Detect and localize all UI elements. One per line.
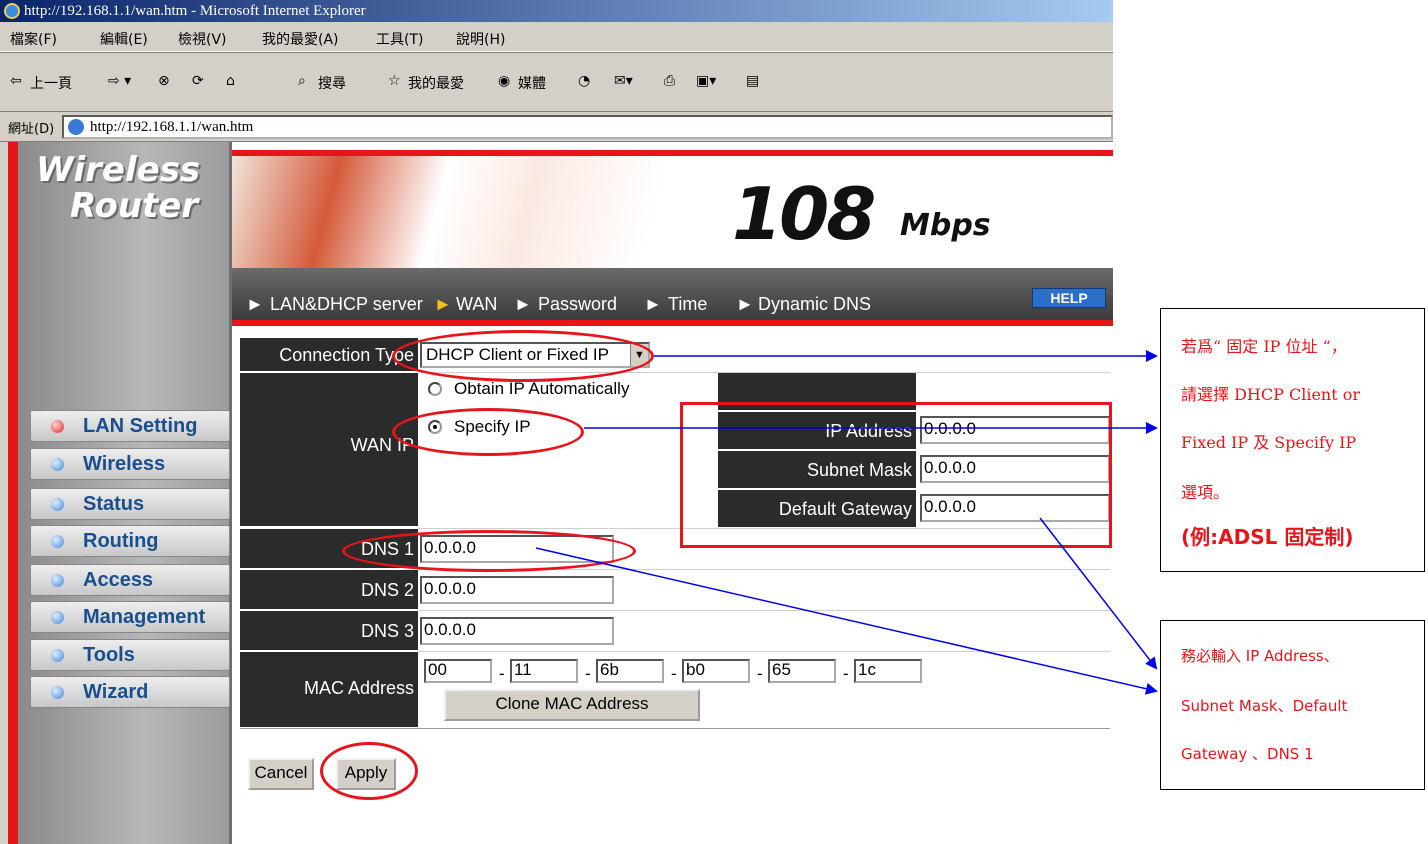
note-1-line-2: 請選擇 DHCP Client or (1181, 385, 1361, 404)
arrow-to-note-2b (1039, 517, 1158, 670)
note-1-line-5: (例:ADSL 固定制) (1181, 525, 1354, 549)
note-2-line-1: 務必輸入 IP Address、 (1181, 647, 1339, 665)
arrow-to-note-2 (535, 547, 1158, 695)
note-fixed-ip: 若爲“ 固定 IP 位址 “， 請選擇 DHCP Client or Fixed… (1160, 308, 1425, 572)
note-2-line-3: Gateway 、DNS 1 (1181, 745, 1314, 763)
note-1-line-4: 選項。 (1181, 483, 1230, 502)
note-1-line-1: 若爲“ 固定 IP 位址 “， (1181, 337, 1347, 356)
note-required-fields: 務必輸入 IP Address、 Subnet Mask、Default Gat… (1160, 620, 1425, 790)
note-2-line-2: Subnet Mask、Default (1181, 697, 1348, 715)
note-1-line-3: Fixed IP 及 Specify IP (1181, 433, 1357, 452)
